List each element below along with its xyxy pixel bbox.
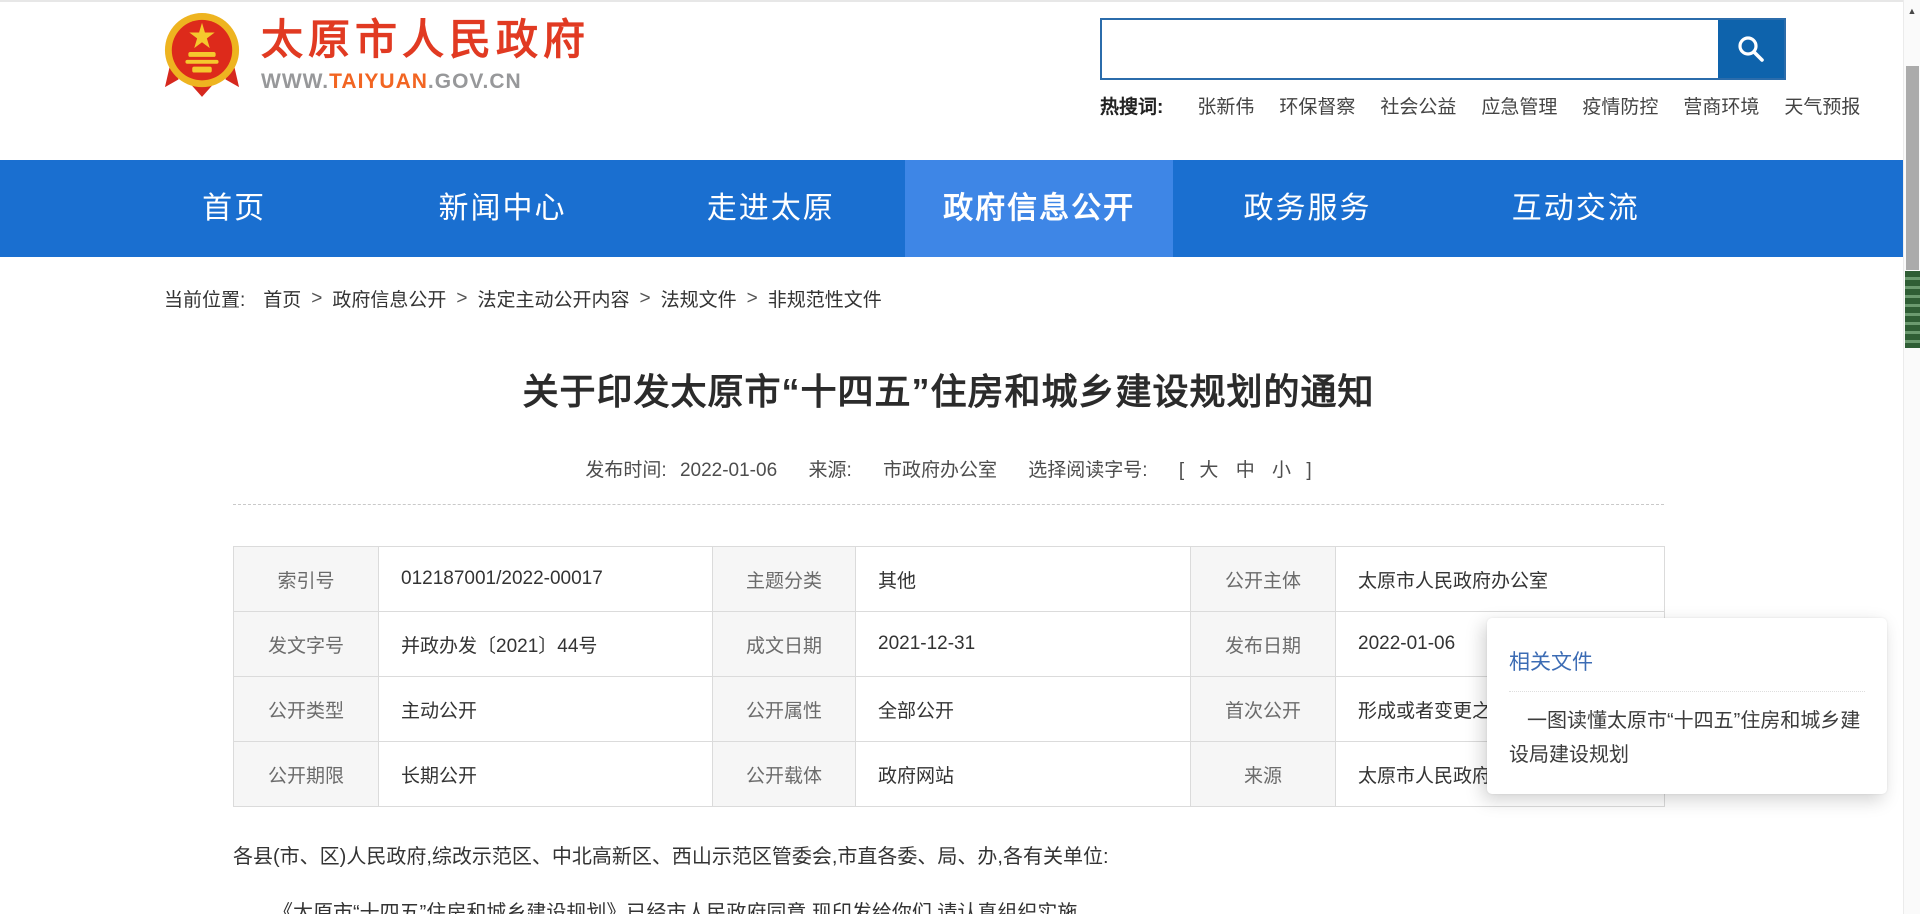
- site-logo[interactable]: 太原市人民政府 WWW.TAIYUAN.GOV.CN: [163, 8, 590, 98]
- breadcrumb-label: 当前位置:: [164, 285, 245, 312]
- site-url: WWW.TAIYUAN.GOV.CN: [261, 70, 590, 94]
- hot-keyword-link[interactable]: 营商环境: [1683, 92, 1759, 119]
- nav-item-gov-services[interactable]: 政务服务: [1173, 160, 1441, 257]
- dashed-divider: [233, 504, 1664, 505]
- info-label-cell: 公开主体: [1191, 547, 1336, 612]
- logo-text: 太原市人民政府 WWW.TAIYUAN.GOV.CN: [261, 8, 590, 94]
- main-content: 当前位置: 首页 > 政府信息公开 > 法定主动公开内容 > 法规文件 > 非规…: [0, 257, 1920, 914]
- hot-search-label: 热搜词:: [1100, 92, 1163, 119]
- main-nav: 首页 新闻中心 走进太原 政府信息公开 政务服务 互动交流: [0, 160, 1920, 257]
- breadcrumb-separator: >: [311, 288, 322, 310]
- scrollbar-green-marker: [1905, 271, 1920, 348]
- publish-date-value: 2022-01-06: [680, 460, 777, 481]
- source-label: 来源:: [808, 460, 851, 481]
- breadcrumb-separator: >: [747, 288, 758, 310]
- nav-item-news[interactable]: 新闻中心: [368, 160, 636, 257]
- publish-date-label: 发布时间:: [585, 460, 666, 481]
- info-label-cell: 公开期限: [234, 742, 379, 807]
- hot-keyword-link[interactable]: 疫情防控: [1582, 92, 1658, 119]
- hot-keyword-link[interactable]: 天气预报: [1784, 92, 1860, 119]
- table-row: 公开类型 主动公开 公开属性 全部公开 首次公开 形成或者变更之日: [234, 677, 1665, 742]
- breadcrumb-item[interactable]: 首页: [263, 285, 301, 312]
- search-box: [1100, 18, 1786, 80]
- related-files-title: 相关文件: [1509, 646, 1865, 676]
- breadcrumb-item[interactable]: 法规文件: [661, 285, 737, 312]
- table-row: 索引号 012187001/2022-00017 主题分类 其他 公开主体 太原…: [234, 547, 1665, 612]
- site-url-domain: TAIYUAN: [329, 70, 428, 93]
- search-icon: [1736, 34, 1766, 64]
- breadcrumb: 当前位置: 首页 > 政府信息公开 > 法定主动公开内容 > 法规文件 > 非规…: [164, 285, 882, 312]
- info-label-cell: 发文字号: [234, 612, 379, 677]
- nav-item-interaction[interactable]: 互动交流: [1442, 160, 1710, 257]
- site-url-suffix: .GOV.CN: [428, 70, 522, 93]
- site-url-www: WWW.: [261, 70, 329, 93]
- breadcrumb-item[interactable]: 法定主动公开内容: [478, 285, 630, 312]
- document-info-table: 索引号 012187001/2022-00017 主题分类 其他 公开主体 太原…: [233, 546, 1665, 807]
- breadcrumb-item[interactable]: 非规范性文件: [768, 285, 882, 312]
- info-value-cell: 长期公开: [379, 742, 713, 807]
- breadcrumb-separator: >: [640, 288, 651, 310]
- font-size-bracket-open: [: [1179, 460, 1184, 481]
- info-label-cell: 公开类型: [234, 677, 379, 742]
- national-emblem-icon: [163, 10, 241, 98]
- site-header: 太原市人民政府 WWW.TAIYUAN.GOV.CN 热搜词: 张新伟 环保督察…: [0, 2, 1920, 160]
- breadcrumb-separator: >: [456, 288, 467, 310]
- info-value-cell: 主动公开: [379, 677, 713, 742]
- table-row: 公开期限 长期公开 公开载体 政府网站 来源 太原市人民政府办公室: [234, 742, 1665, 807]
- article-paragraph: 各县(市、区)人民政府,综改示范区、中北高新区、西山示范区管委会,市直各委、局、…: [233, 842, 1664, 872]
- info-label-cell: 来源: [1191, 742, 1336, 807]
- info-label-cell: 成文日期: [713, 612, 856, 677]
- info-label-cell: 发布日期: [1191, 612, 1336, 677]
- popup-divider: [1509, 691, 1865, 692]
- info-label-cell: 首次公开: [1191, 677, 1336, 742]
- hot-keyword-link[interactable]: 应急管理: [1481, 92, 1557, 119]
- site-name: 太原市人民政府: [261, 16, 590, 64]
- related-files-popup: 相关文件 一图读懂太原市“十四五”住房和城乡建设局建设规划: [1487, 618, 1887, 794]
- vertical-scrollbar: ▲: [1903, 0, 1920, 914]
- article-meta-row: 发布时间: 2022-01-06 来源: 市政府办公室 选择阅读字号: [ 大 …: [233, 455, 1664, 482]
- search-button[interactable]: [1718, 20, 1784, 78]
- font-size-large[interactable]: 大: [1199, 460, 1218, 481]
- breadcrumb-item[interactable]: 政府信息公开: [332, 285, 446, 312]
- hot-keyword-link[interactable]: 环保督察: [1279, 92, 1355, 119]
- font-size-small[interactable]: 小: [1272, 460, 1291, 481]
- article-paragraph: 《太原市“十四五”住房和城乡建设规划》已经市人民政府同意,现印发给你们,请认真组…: [233, 898, 1664, 914]
- scrollbar-up-button[interactable]: ▲: [1904, 0, 1920, 22]
- info-value-cell: 全部公开: [856, 677, 1191, 742]
- info-value-cell: 2021-12-31: [856, 612, 1191, 677]
- hot-keyword-link[interactable]: 社会公益: [1380, 92, 1456, 119]
- nav-item-info-disclosure[interactable]: 政府信息公开: [905, 160, 1173, 257]
- info-value-cell: 012187001/2022-00017: [379, 547, 713, 612]
- table-row: 发文字号 并政办发〔2021〕44号 成文日期 2021-12-31 发布日期 …: [234, 612, 1665, 677]
- font-size-label: 选择阅读字号:: [1028, 460, 1147, 481]
- related-file-link[interactable]: 一图读懂太原市“十四五”住房和城乡建设局建设规划: [1509, 704, 1865, 772]
- nav-item-about-taiyuan[interactable]: 走进太原: [637, 160, 905, 257]
- info-value-cell: 其他: [856, 547, 1191, 612]
- scrollbar-thumb[interactable]: [1906, 66, 1919, 270]
- source-value: 市政府办公室: [883, 460, 997, 481]
- hot-search-row: 热搜词: 张新伟 环保督察 社会公益 应急管理 疫情防控 营商环境 天气预报: [1100, 92, 1885, 119]
- info-label-cell: 公开载体: [713, 742, 856, 807]
- info-value-cell: 太原市人民政府办公室: [1336, 547, 1665, 612]
- article-title: 关于印发太原市“十四五”住房和城乡建设规划的通知: [233, 363, 1664, 415]
- main-nav-inner: 首页 新闻中心 走进太原 政府信息公开 政务服务 互动交流: [100, 160, 1710, 257]
- search-input[interactable]: [1102, 20, 1718, 78]
- info-label-cell: 索引号: [234, 547, 379, 612]
- info-value-cell: 并政办发〔2021〕44号: [379, 612, 713, 677]
- font-size-medium[interactable]: 中: [1236, 460, 1255, 481]
- info-value-cell: 政府网站: [856, 742, 1191, 807]
- nav-item-home[interactable]: 首页: [100, 160, 368, 257]
- info-label-cell: 主题分类: [713, 547, 856, 612]
- hot-keyword-link[interactable]: 张新伟: [1197, 92, 1254, 119]
- font-size-bracket-close: ]: [1306, 460, 1311, 481]
- info-label-cell: 公开属性: [713, 677, 856, 742]
- chevron-up-icon: ▲: [1908, 6, 1917, 16]
